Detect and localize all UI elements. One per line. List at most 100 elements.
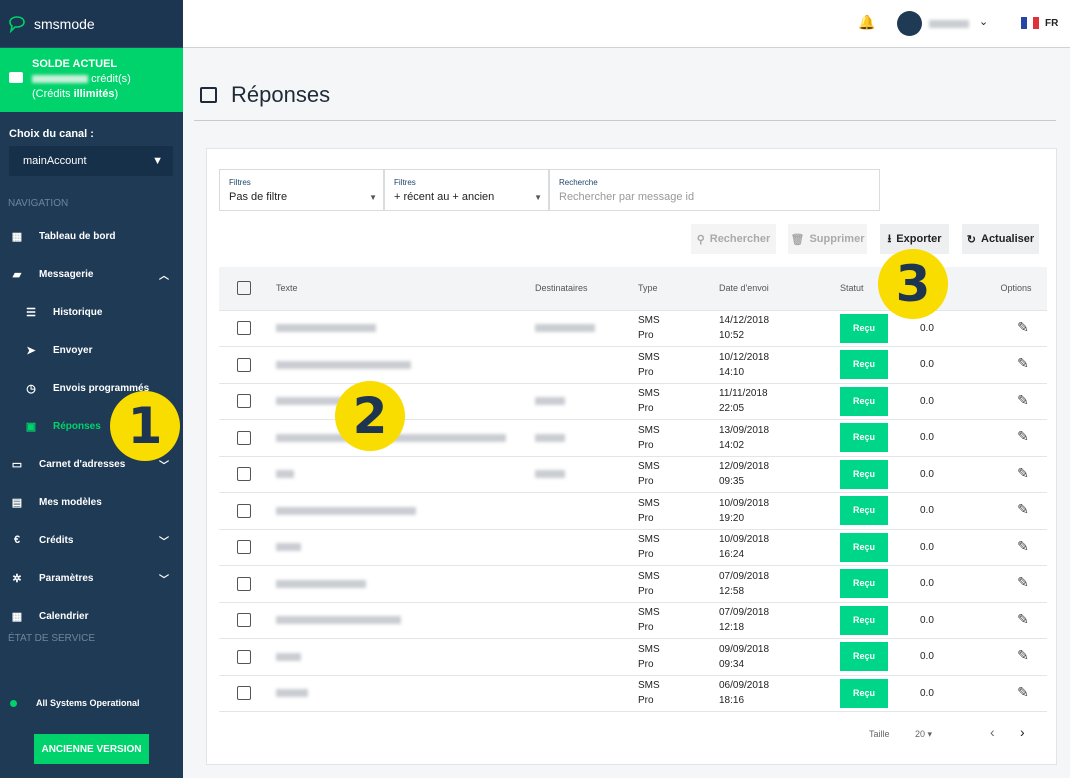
delete-button[interactable]: 🗑 Supprimer	[788, 224, 867, 254]
type: SMS	[638, 388, 660, 400]
edit-pencil-icon[interactable]: ✎	[1003, 684, 1029, 700]
col-recipients[interactable]: Destinataires	[535, 267, 638, 311]
prev-page-icon[interactable]: ‹	[990, 724, 995, 740]
col-type[interactable]: Type	[638, 267, 719, 311]
table-row[interactable]: SMS Pro 12/09/2018 09:35 Reçu 0.0 ✎	[219, 456, 1047, 493]
sidebar-item-tableau-de-bord[interactable]: ▦ Tableau de bord	[0, 217, 183, 255]
chevron-down-icon[interactable]: ⌄	[979, 15, 988, 28]
send-time: 12:18	[719, 622, 745, 634]
search-field[interactable]: Recherche Rechercher par message id	[549, 169, 880, 211]
col-text[interactable]: Texte	[276, 267, 535, 311]
edit-pencil-icon[interactable]: ✎	[1003, 501, 1029, 517]
edit-pencil-icon[interactable]: ✎	[1003, 428, 1029, 444]
page-size-select[interactable]: 20 ▾	[915, 729, 932, 740]
filter-label: Filtres	[394, 178, 416, 187]
status-badge: Reçu	[840, 569, 889, 599]
select-all-checkbox[interactable]	[237, 281, 251, 296]
old-version-button[interactable]: ANCIENNE VERSION	[34, 734, 149, 764]
send-time: 09:35	[719, 476, 745, 488]
edit-pencil-icon[interactable]: ✎	[1003, 611, 1029, 627]
send-time: 14:10	[719, 366, 745, 378]
send-date: 07/09/2018	[719, 570, 770, 582]
edit-pencil-icon[interactable]: ✎	[1003, 319, 1029, 335]
type-sub: Pro	[638, 549, 654, 561]
edit-pencil-icon[interactable]: ✎	[1003, 392, 1029, 408]
price: 0.0	[920, 322, 934, 334]
caret-down-icon: ▼	[534, 193, 542, 202]
sidebar-item-messagerie[interactable]: ▰ Messagerie ︿	[0, 255, 183, 293]
flag-fr-icon[interactable]	[1021, 17, 1039, 29]
sidebar-item-mes-mod-les[interactable]: ▤ Mes modèles	[0, 483, 183, 521]
row-checkbox[interactable]	[237, 540, 251, 555]
row-checkbox[interactable]	[237, 503, 251, 518]
search-button[interactable]: ⚲ Rechercher	[691, 224, 776, 254]
sidebar-item-envoyer[interactable]: ➤ Envoyer	[0, 331, 183, 369]
username-redacted[interactable]	[929, 20, 969, 28]
row-checkbox[interactable]	[237, 357, 251, 372]
balance-amount-redacted	[32, 75, 88, 84]
avatar[interactable]	[897, 11, 922, 36]
service-section-title: ÉTAT DE SERVICE	[8, 633, 96, 644]
type: SMS	[638, 534, 660, 546]
filter-select-2[interactable]: Filtres + récent au + ancien ▼	[384, 169, 549, 211]
table-row[interactable]: SMS Pro 06/09/2018 18:16 Reçu 0.0 ✎	[219, 675, 1047, 712]
wallet-icon	[9, 72, 23, 83]
row-checkbox[interactable]	[237, 613, 251, 628]
filter-label: Filtres	[229, 178, 251, 187]
table-row[interactable]: SMS Pro 10/12/2018 14:10 Reçu 0.0 ✎	[219, 346, 1047, 384]
table-row[interactable]: SMS Pro 07/09/2018 12:18 Reçu 0.0 ✎	[219, 602, 1047, 639]
refresh-button-label: Actualiser	[981, 233, 1035, 245]
bell-icon[interactable]: 🔔	[858, 14, 875, 31]
row-checkbox[interactable]	[237, 686, 251, 701]
send-time: 09:34	[719, 658, 745, 670]
row-checkbox[interactable]	[237, 649, 251, 664]
table-row[interactable]: SMS Pro 10/09/2018 16:24 Reçu 0.0 ✎	[219, 529, 1047, 566]
message-text-redacted	[276, 360, 411, 369]
sidebar-item-label: Mes modèles	[39, 496, 102, 508]
responses-card: Filtres Pas de filtre ▼ Filtres + récent au…	[206, 148, 1057, 765]
message-text-redacted	[276, 689, 308, 698]
edit-pencil-icon[interactable]: ✎	[1003, 574, 1029, 590]
type: SMS	[638, 461, 660, 473]
logo[interactable]: smsmode	[0, 0, 183, 48]
row-checkbox[interactable]	[237, 467, 251, 482]
balance-panel: SOLDE ACTUEL crédit(s) (Crédits illimité…	[0, 48, 183, 112]
row-checkbox[interactable]	[237, 576, 251, 591]
send-date: 12/09/2018	[719, 461, 770, 473]
type: SMS	[638, 643, 660, 655]
type: SMS	[638, 424, 660, 436]
table-row[interactable]: SMS Pro 09/09/2018 09:34 Reçu 0.0 ✎	[219, 638, 1047, 676]
refresh-button[interactable]: ↻ Actualiser	[962, 224, 1039, 254]
next-page-icon[interactable]: ›	[1020, 724, 1025, 740]
template-icon: ▤	[11, 496, 23, 509]
search-input[interactable]: Rechercher par message id	[559, 191, 870, 203]
edit-pencil-icon[interactable]: ✎	[1003, 465, 1029, 481]
clock-icon: ◷	[26, 382, 36, 395]
channel-select[interactable]: mainAccount ▼	[9, 146, 173, 176]
type: SMS	[638, 680, 660, 692]
caret-down-icon: ▼	[152, 155, 163, 167]
price: 0.0	[920, 432, 934, 444]
sidebar-item-historique[interactable]: ☰ Historique	[0, 293, 183, 331]
sidebar-item-param-tres[interactable]: ✲ Paramètres ﹀	[0, 559, 183, 597]
sidebar-item-cr-dits[interactable]: € Crédits ﹀	[0, 521, 183, 559]
message-text-redacted	[276, 579, 366, 588]
price: 0.0	[920, 651, 934, 663]
language-selector[interactable]: FR	[1045, 18, 1058, 29]
send-time: 10:52	[719, 330, 745, 342]
send-date: 10/09/2018	[719, 534, 770, 546]
row-checkbox[interactable]	[237, 321, 251, 336]
type-sub: Pro	[638, 330, 654, 342]
filter-select-1[interactable]: Filtres Pas de filtre ▼	[219, 169, 384, 211]
sidebar-item-calendrier[interactable]: ▦ Calendrier	[0, 597, 183, 635]
col-date[interactable]: Date d'envoi	[719, 267, 840, 311]
balance-note-end: )	[114, 88, 119, 100]
table-row[interactable]: SMS Pro 07/09/2018 12:58 Reçu 0.0 ✎	[219, 565, 1047, 603]
edit-pencil-icon[interactable]: ✎	[1003, 538, 1029, 554]
row-checkbox[interactable]	[237, 394, 251, 409]
table-row[interactable]: SMS Pro 10/09/2018 19:20 Reçu 0.0 ✎	[219, 492, 1047, 530]
row-checkbox[interactable]	[237, 430, 251, 445]
edit-pencil-icon[interactable]: ✎	[1003, 647, 1029, 663]
type-sub: Pro	[638, 622, 654, 634]
edit-pencil-icon[interactable]: ✎	[1003, 355, 1029, 371]
